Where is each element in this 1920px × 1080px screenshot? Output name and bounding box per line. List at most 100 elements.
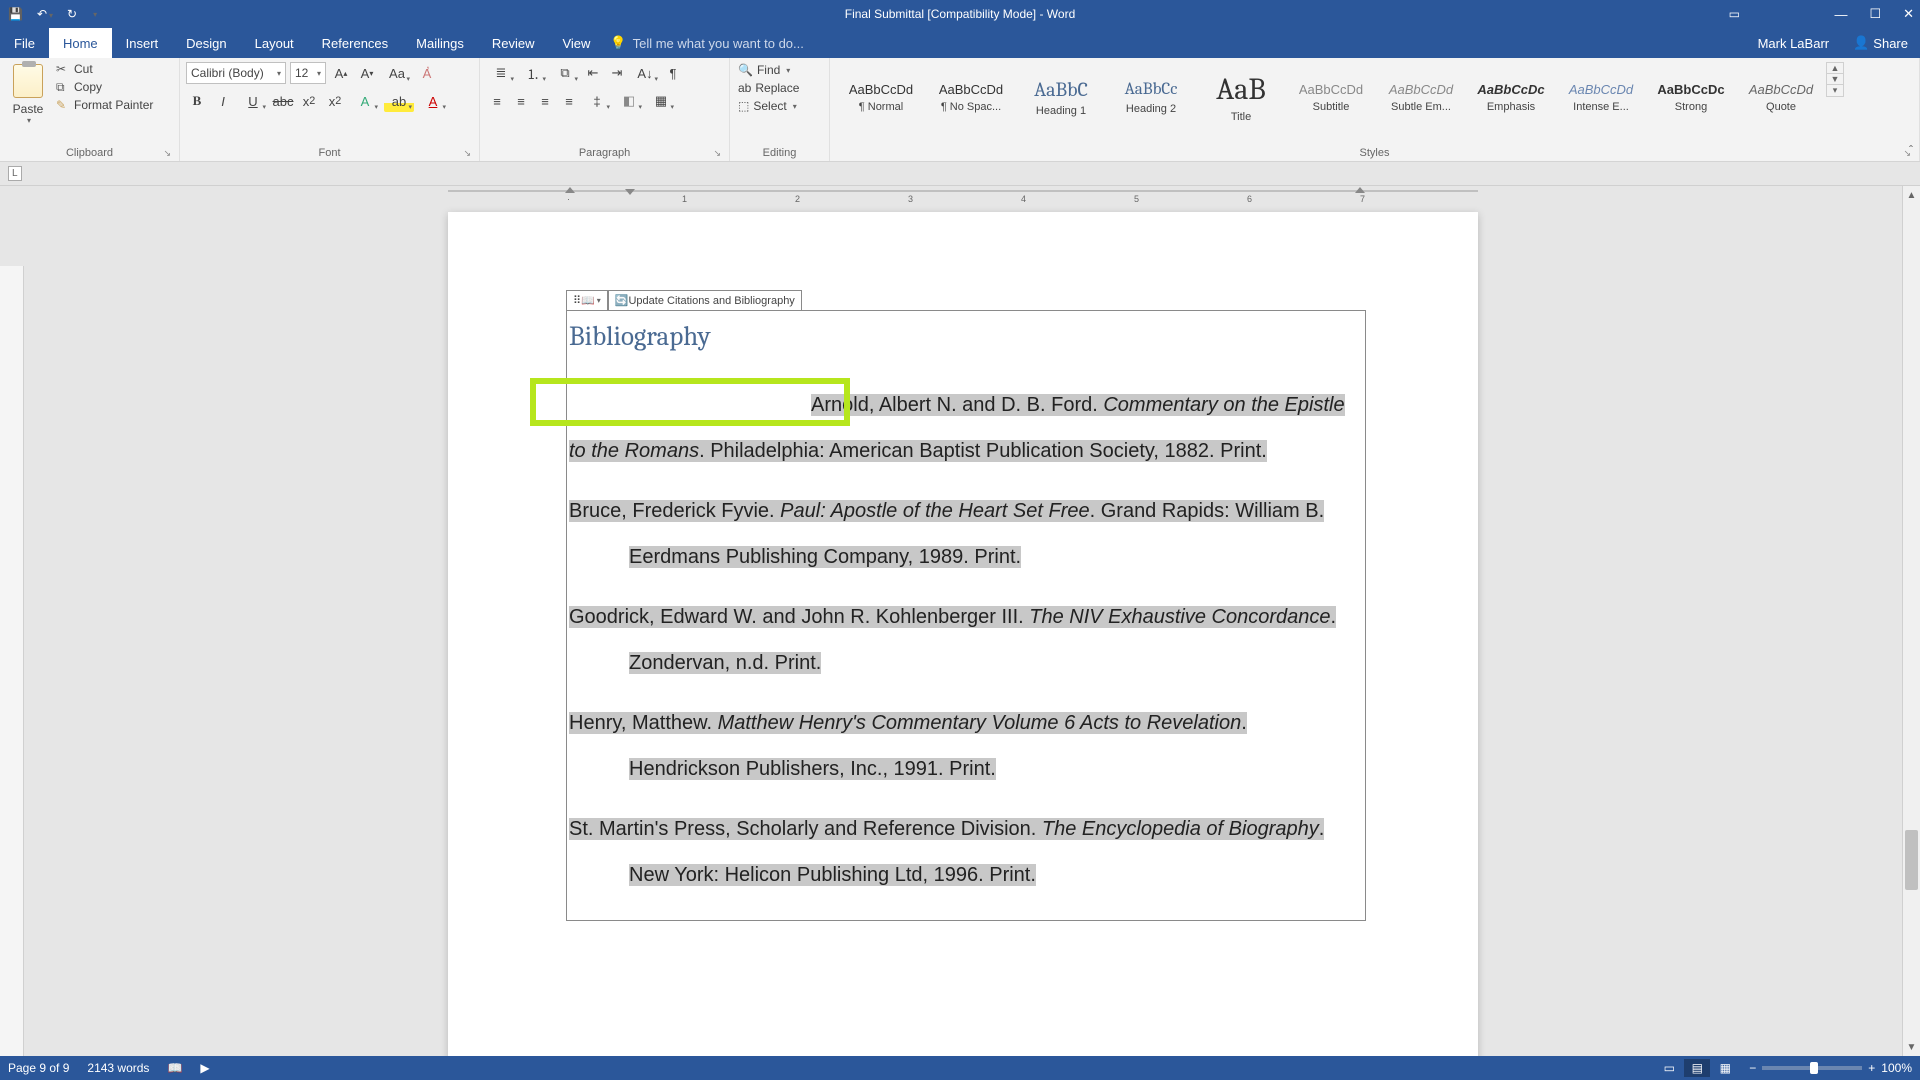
web-layout-button[interactable]: ▦: [1712, 1059, 1738, 1077]
scroll-down-icon[interactable]: ▼: [1903, 1038, 1920, 1056]
text-effects-button[interactable]: A: [350, 90, 380, 112]
select-button[interactable]: ⬚Select▾: [736, 98, 801, 114]
strikethrough-button[interactable]: abc: [272, 90, 294, 112]
align-center-button[interactable]: ≡: [510, 90, 532, 112]
highlight-button[interactable]: ab: [384, 90, 414, 112]
superscript-button[interactable]: x2: [324, 90, 346, 112]
macro-icon[interactable]: ▶: [200, 1061, 209, 1075]
find-button[interactable]: 🔍Find▾: [736, 62, 801, 78]
styles-more-icon[interactable]: ▾: [1827, 85, 1843, 96]
bold-button[interactable]: B: [186, 90, 208, 112]
align-right-button[interactable]: ≡: [534, 90, 556, 112]
tab-selector[interactable]: L: [8, 166, 22, 181]
style--normal[interactable]: AaBbCcDd¶ Normal: [836, 62, 926, 132]
sort-button[interactable]: A↓: [630, 62, 660, 84]
shading-button[interactable]: ◧: [614, 90, 644, 112]
shrink-font-button[interactable]: A▾: [356, 62, 378, 84]
underline-button[interactable]: U: [238, 90, 268, 112]
cut-button[interactable]: Cut: [56, 62, 153, 76]
tab-review[interactable]: Review: [478, 28, 549, 58]
paste-button[interactable]: Paste ▾: [6, 62, 50, 125]
tab-layout[interactable]: Layout: [241, 28, 308, 58]
format-painter-button[interactable]: Format Painter: [56, 98, 153, 112]
tell-me-search[interactable]: 💡 Tell me what you want to do...: [610, 28, 803, 58]
style-quote[interactable]: AaBbCcDdQuote: [1736, 62, 1826, 132]
replace-button[interactable]: abReplace: [736, 80, 801, 96]
print-layout-button[interactable]: ▤: [1684, 1059, 1710, 1077]
copy-button[interactable]: Copy: [56, 80, 153, 94]
borders-button[interactable]: ▦: [646, 90, 676, 112]
align-left-button[interactable]: ≡: [486, 90, 508, 112]
style-subtle-em-[interactable]: AaBbCcDdSubtle Em...: [1376, 62, 1466, 132]
style-strong[interactable]: AaBbCcDcStrong: [1646, 62, 1736, 132]
numbering-button[interactable]: ⒈: [518, 62, 548, 84]
user-name[interactable]: Mark LaBarr: [1746, 28, 1842, 58]
collapse-ribbon-icon[interactable]: ˆ: [1909, 143, 1913, 157]
share-icon: 👤: [1853, 35, 1869, 51]
paragraph-launcher-icon[interactable]: ↘: [713, 148, 721, 159]
word-count[interactable]: 2143 words: [87, 1061, 149, 1075]
vertical-ruler[interactable]: [0, 266, 24, 1056]
qat-customize-icon[interactable]: ▾: [93, 10, 97, 19]
tab-insert[interactable]: Insert: [112, 28, 173, 58]
style-heading-1[interactable]: AaBbCHeading 1: [1016, 62, 1106, 132]
zoom-level[interactable]: 100%: [1881, 1061, 1912, 1075]
redo-icon[interactable]: ↻: [67, 7, 77, 21]
spellcheck-icon[interactable]: 📖: [167, 1061, 182, 1075]
font-launcher-icon[interactable]: ↘: [463, 148, 471, 159]
style-emphasis[interactable]: AaBbCcDcEmphasis: [1466, 62, 1556, 132]
maximize-icon[interactable]: ☐: [1869, 6, 1881, 22]
decrease-indent-button[interactable]: ⇤: [582, 62, 604, 84]
style-heading-2[interactable]: AaBbCcHeading 2: [1106, 62, 1196, 132]
font-name-select[interactable]: Calibri (Body)▾: [186, 62, 286, 84]
multilevel-button[interactable]: ⧉: [550, 62, 580, 84]
italic-button[interactable]: I: [212, 90, 234, 112]
bibliography-field[interactable]: Bibliography Arnold, Albert N. and D. B.…: [566, 310, 1366, 921]
window-title: Final Submittal [Compatibility Mode] - W…: [845, 7, 1076, 21]
clipboard-launcher-icon[interactable]: ↘: [163, 148, 171, 159]
page-indicator[interactable]: Page 9 of 9: [8, 1061, 69, 1075]
justify-button[interactable]: ≡: [558, 90, 580, 112]
clear-formatting-button[interactable]: A̛: [416, 62, 438, 84]
zoom-in-button[interactable]: +: [1868, 1061, 1875, 1075]
subscript-button[interactable]: x2: [298, 90, 320, 112]
font-size-select[interactable]: 12▾: [290, 62, 326, 84]
ribbon-display-icon[interactable]: ▭: [1729, 7, 1740, 21]
update-citations-button[interactable]: 🔄 Update Citations and Bibliography: [608, 290, 802, 310]
increase-indent-button[interactable]: ⇥: [606, 62, 628, 84]
bibliography-options-handle[interactable]: ⠿📖▾: [566, 290, 608, 310]
zoom-out-button[interactable]: −: [1749, 1061, 1756, 1075]
undo-icon[interactable]: ↶▾: [37, 7, 53, 21]
font-color-button[interactable]: A: [418, 90, 448, 112]
style-title[interactable]: AaBTitle: [1196, 62, 1286, 132]
tab-design[interactable]: Design: [172, 28, 240, 58]
minimize-icon[interactable]: ―: [1834, 7, 1847, 22]
styles-down-icon[interactable]: ▼: [1827, 74, 1843, 85]
format-painter-icon: [56, 98, 70, 112]
show-marks-button[interactable]: ¶: [662, 62, 684, 84]
styles-up-icon[interactable]: ▲: [1827, 63, 1843, 74]
read-mode-button[interactable]: ▭: [1656, 1059, 1682, 1077]
tab-file[interactable]: File: [0, 28, 49, 58]
grow-font-button[interactable]: A▴: [330, 62, 352, 84]
bullets-button[interactable]: ≣: [486, 62, 516, 84]
style-subtitle[interactable]: AaBbCcDdSubtitle: [1286, 62, 1376, 132]
change-case-button[interactable]: Aa: [382, 62, 412, 84]
tab-mailings[interactable]: Mailings: [402, 28, 478, 58]
tab-references[interactable]: References: [308, 28, 402, 58]
save-icon[interactable]: 💾: [8, 7, 23, 21]
document-page[interactable]: ⠿📖▾ 🔄 Update Citations and Bibliography …: [448, 212, 1478, 1056]
style--no-spac-[interactable]: AaBbCcDd¶ No Spac...: [926, 62, 1016, 132]
style-intense-e-[interactable]: AaBbCcDdIntense E...: [1556, 62, 1646, 132]
scrollbar-thumb[interactable]: [1905, 830, 1918, 890]
share-button[interactable]: 👤 Share: [1841, 28, 1920, 58]
lightbulb-icon: 💡: [610, 35, 626, 51]
close-icon[interactable]: ✕: [1903, 6, 1914, 22]
line-spacing-button[interactable]: ‡: [582, 90, 612, 112]
zoom-slider[interactable]: [1762, 1066, 1862, 1070]
horizontal-ruler[interactable]: · 1234567: [448, 190, 1478, 192]
scroll-up-icon[interactable]: ▲: [1903, 186, 1920, 204]
vertical-scrollbar[interactable]: ▲ ▼: [1902, 186, 1920, 1056]
tab-home[interactable]: Home: [49, 28, 112, 58]
tab-view[interactable]: View: [548, 28, 604, 58]
